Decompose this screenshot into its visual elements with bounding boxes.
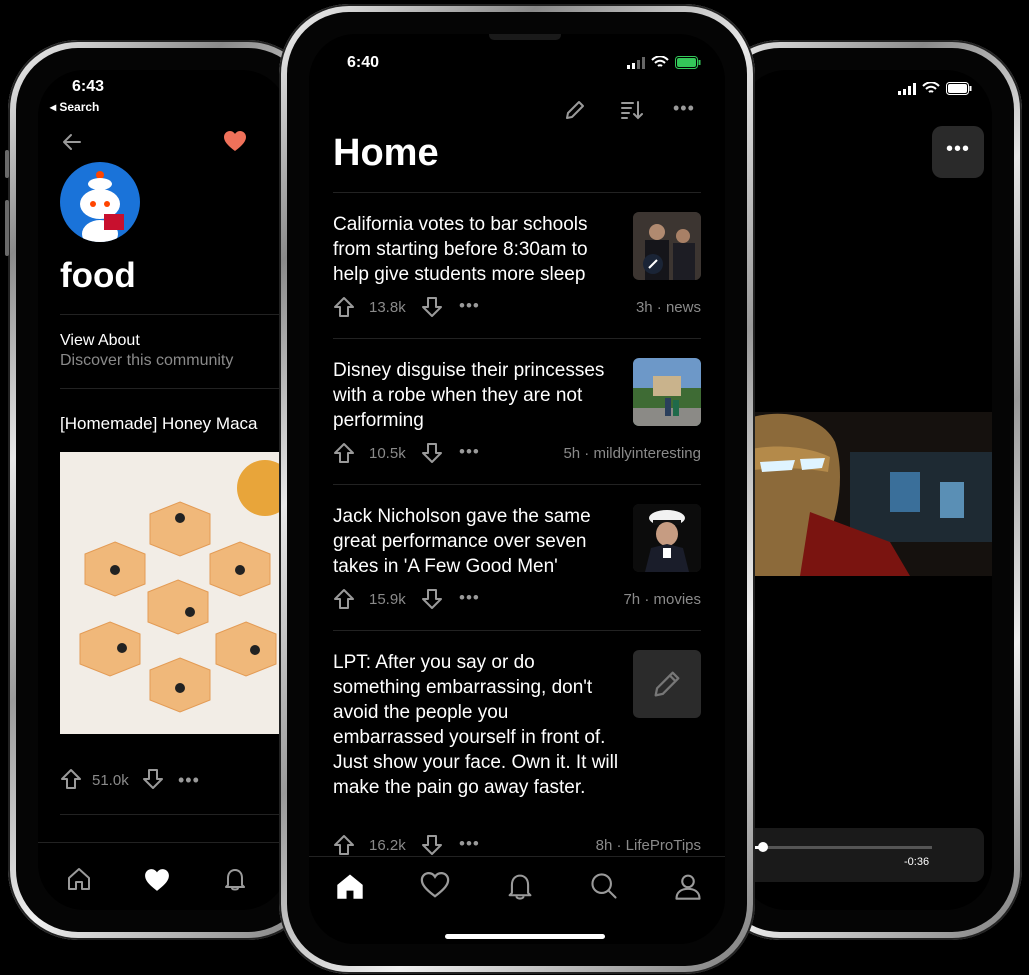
home-indicator: [445, 934, 605, 939]
post-meta-row: 10.5k ••• 5h · mildlyinteresting: [333, 442, 701, 466]
downvote-icon[interactable]: [421, 442, 443, 464]
status-time: 6:43: [72, 78, 105, 95]
post-score: 51.0k: [92, 772, 129, 789]
post-title[interactable]: LPT: After you say or do something embar…: [333, 650, 623, 800]
right-screen: ••• -0:36: [740, 70, 992, 910]
status-icons: [627, 56, 701, 69]
more-icon[interactable]: •••: [459, 442, 480, 462]
post-title[interactable]: Jack Nicholson gave the same great perfo…: [333, 504, 623, 579]
sort-icon[interactable]: [619, 98, 643, 122]
home-icon[interactable]: [66, 866, 92, 892]
upvote-icon[interactable]: [60, 768, 82, 790]
tab-bell-icon[interactable]: [505, 871, 535, 901]
pencil-icon: [650, 667, 684, 701]
post-image[interactable]: [60, 452, 288, 734]
video-frame[interactable]: [740, 412, 992, 576]
self-post-thumbnail[interactable]: [633, 650, 701, 718]
community-title: food: [60, 256, 136, 295]
phone-bezel: 6:40 ••• Home California votes to bar sc…: [287, 12, 747, 966]
video-controls[interactable]: -0:36: [740, 828, 984, 882]
center-screen: 6:40 ••• Home California votes to bar sc…: [309, 34, 725, 944]
post-score: 15.9k: [369, 591, 406, 608]
more-icon[interactable]: •••: [178, 770, 200, 791]
downvote-icon[interactable]: [421, 588, 443, 610]
volume-up-button: [5, 200, 9, 256]
phone-bezel: ••• -0:36: [718, 48, 1014, 932]
mute-switch: [5, 150, 9, 178]
battery-icon: [675, 56, 701, 69]
status-time: 6:40: [347, 54, 380, 71]
post-thumbnail[interactable]: [633, 504, 701, 572]
phone-bezel: 6:43 ◂ Search food View About Discover t…: [16, 48, 310, 932]
favorite-heart-icon[interactable]: [223, 130, 247, 152]
post-title[interactable]: Disney disguise their princesses with a …: [333, 358, 623, 433]
community-avatar: [60, 162, 140, 242]
more-icon[interactable]: •••: [673, 98, 695, 119]
post-title[interactable]: California votes to bar schools from sta…: [333, 212, 623, 287]
scrubber-handle[interactable]: [758, 842, 768, 852]
post-age-subreddit[interactable]: 3h · news: [636, 299, 701, 316]
time-remaining: -0:36: [904, 856, 930, 868]
divider: [60, 314, 288, 315]
post-score: 16.2k: [369, 837, 406, 854]
upvote-icon[interactable]: [333, 296, 355, 318]
post-meta-row: 13.8k ••• 3h · news: [333, 296, 701, 320]
post-meta-row: 15.9k ••• 7h · movies: [333, 588, 701, 612]
more-icon[interactable]: •••: [459, 296, 480, 316]
divider: [333, 338, 701, 339]
compose-pencil-icon[interactable]: [563, 98, 587, 122]
battery-icon: [946, 82, 972, 95]
page-title: Home: [333, 132, 439, 174]
post-age-subreddit[interactable]: 7h · movies: [623, 591, 701, 608]
left-screen: 6:43 ◂ Search food View About Discover t…: [38, 70, 288, 910]
post-score: 13.8k: [369, 299, 406, 316]
back-to-search[interactable]: ◂ Search: [50, 100, 99, 114]
phone-center: 6:40 ••• Home California votes to bar sc…: [279, 4, 755, 974]
post-age-subreddit[interactable]: 8h · LifeProTips: [596, 837, 701, 854]
divider: [60, 814, 288, 815]
more-options-button[interactable]: •••: [932, 126, 984, 178]
signal-icon: [627, 56, 645, 69]
signal-icon: [898, 82, 916, 95]
more-icon[interactable]: •••: [459, 834, 480, 854]
status-icons: [898, 82, 972, 95]
divider: [60, 388, 288, 389]
post-thumbnail[interactable]: [633, 212, 701, 280]
upvote-icon[interactable]: [333, 588, 355, 610]
tab-bar: [309, 856, 725, 944]
back-arrow-icon[interactable]: [60, 130, 84, 154]
tab-home-icon[interactable]: [335, 871, 365, 901]
upvote-icon[interactable]: [333, 834, 355, 856]
post-title[interactable]: [Homemade] Honey Maca: [60, 414, 257, 434]
post-thumbnail[interactable]: [633, 358, 701, 426]
post-score: 10.5k: [369, 445, 406, 462]
tab-profile-icon[interactable]: [673, 871, 703, 901]
tab-heart-icon[interactable]: [420, 871, 450, 899]
more-icon[interactable]: •••: [459, 588, 480, 608]
wifi-icon: [922, 82, 940, 93]
divider: [333, 630, 701, 631]
more-icon: •••: [945, 138, 970, 160]
tab-search-icon[interactable]: [589, 871, 619, 901]
downvote-icon[interactable]: [142, 768, 164, 790]
downvote-icon[interactable]: [421, 834, 443, 856]
tab-bar-divider: [38, 842, 288, 843]
divider: [333, 484, 701, 485]
heart-icon[interactable]: [144, 868, 170, 892]
phone-right: ••• -0:36: [710, 40, 1022, 940]
post-age-subreddit[interactable]: 5h · mildlyinteresting: [563, 445, 701, 462]
downvote-icon[interactable]: [421, 296, 443, 318]
progress-track[interactable]: [740, 842, 932, 852]
view-about-subtitle: Discover this community: [60, 352, 234, 369]
bell-icon[interactable]: [222, 866, 248, 892]
divider: [333, 192, 701, 193]
post-meta-row: 16.2k ••• 8h · LifeProTips: [333, 834, 701, 858]
notch-speaker: [489, 34, 561, 40]
phone-left: 6:43 ◂ Search food View About Discover t…: [5, 40, 318, 940]
wifi-icon: [651, 56, 669, 67]
view-about-link[interactable]: View About: [60, 332, 140, 350]
upvote-icon[interactable]: [333, 442, 355, 464]
